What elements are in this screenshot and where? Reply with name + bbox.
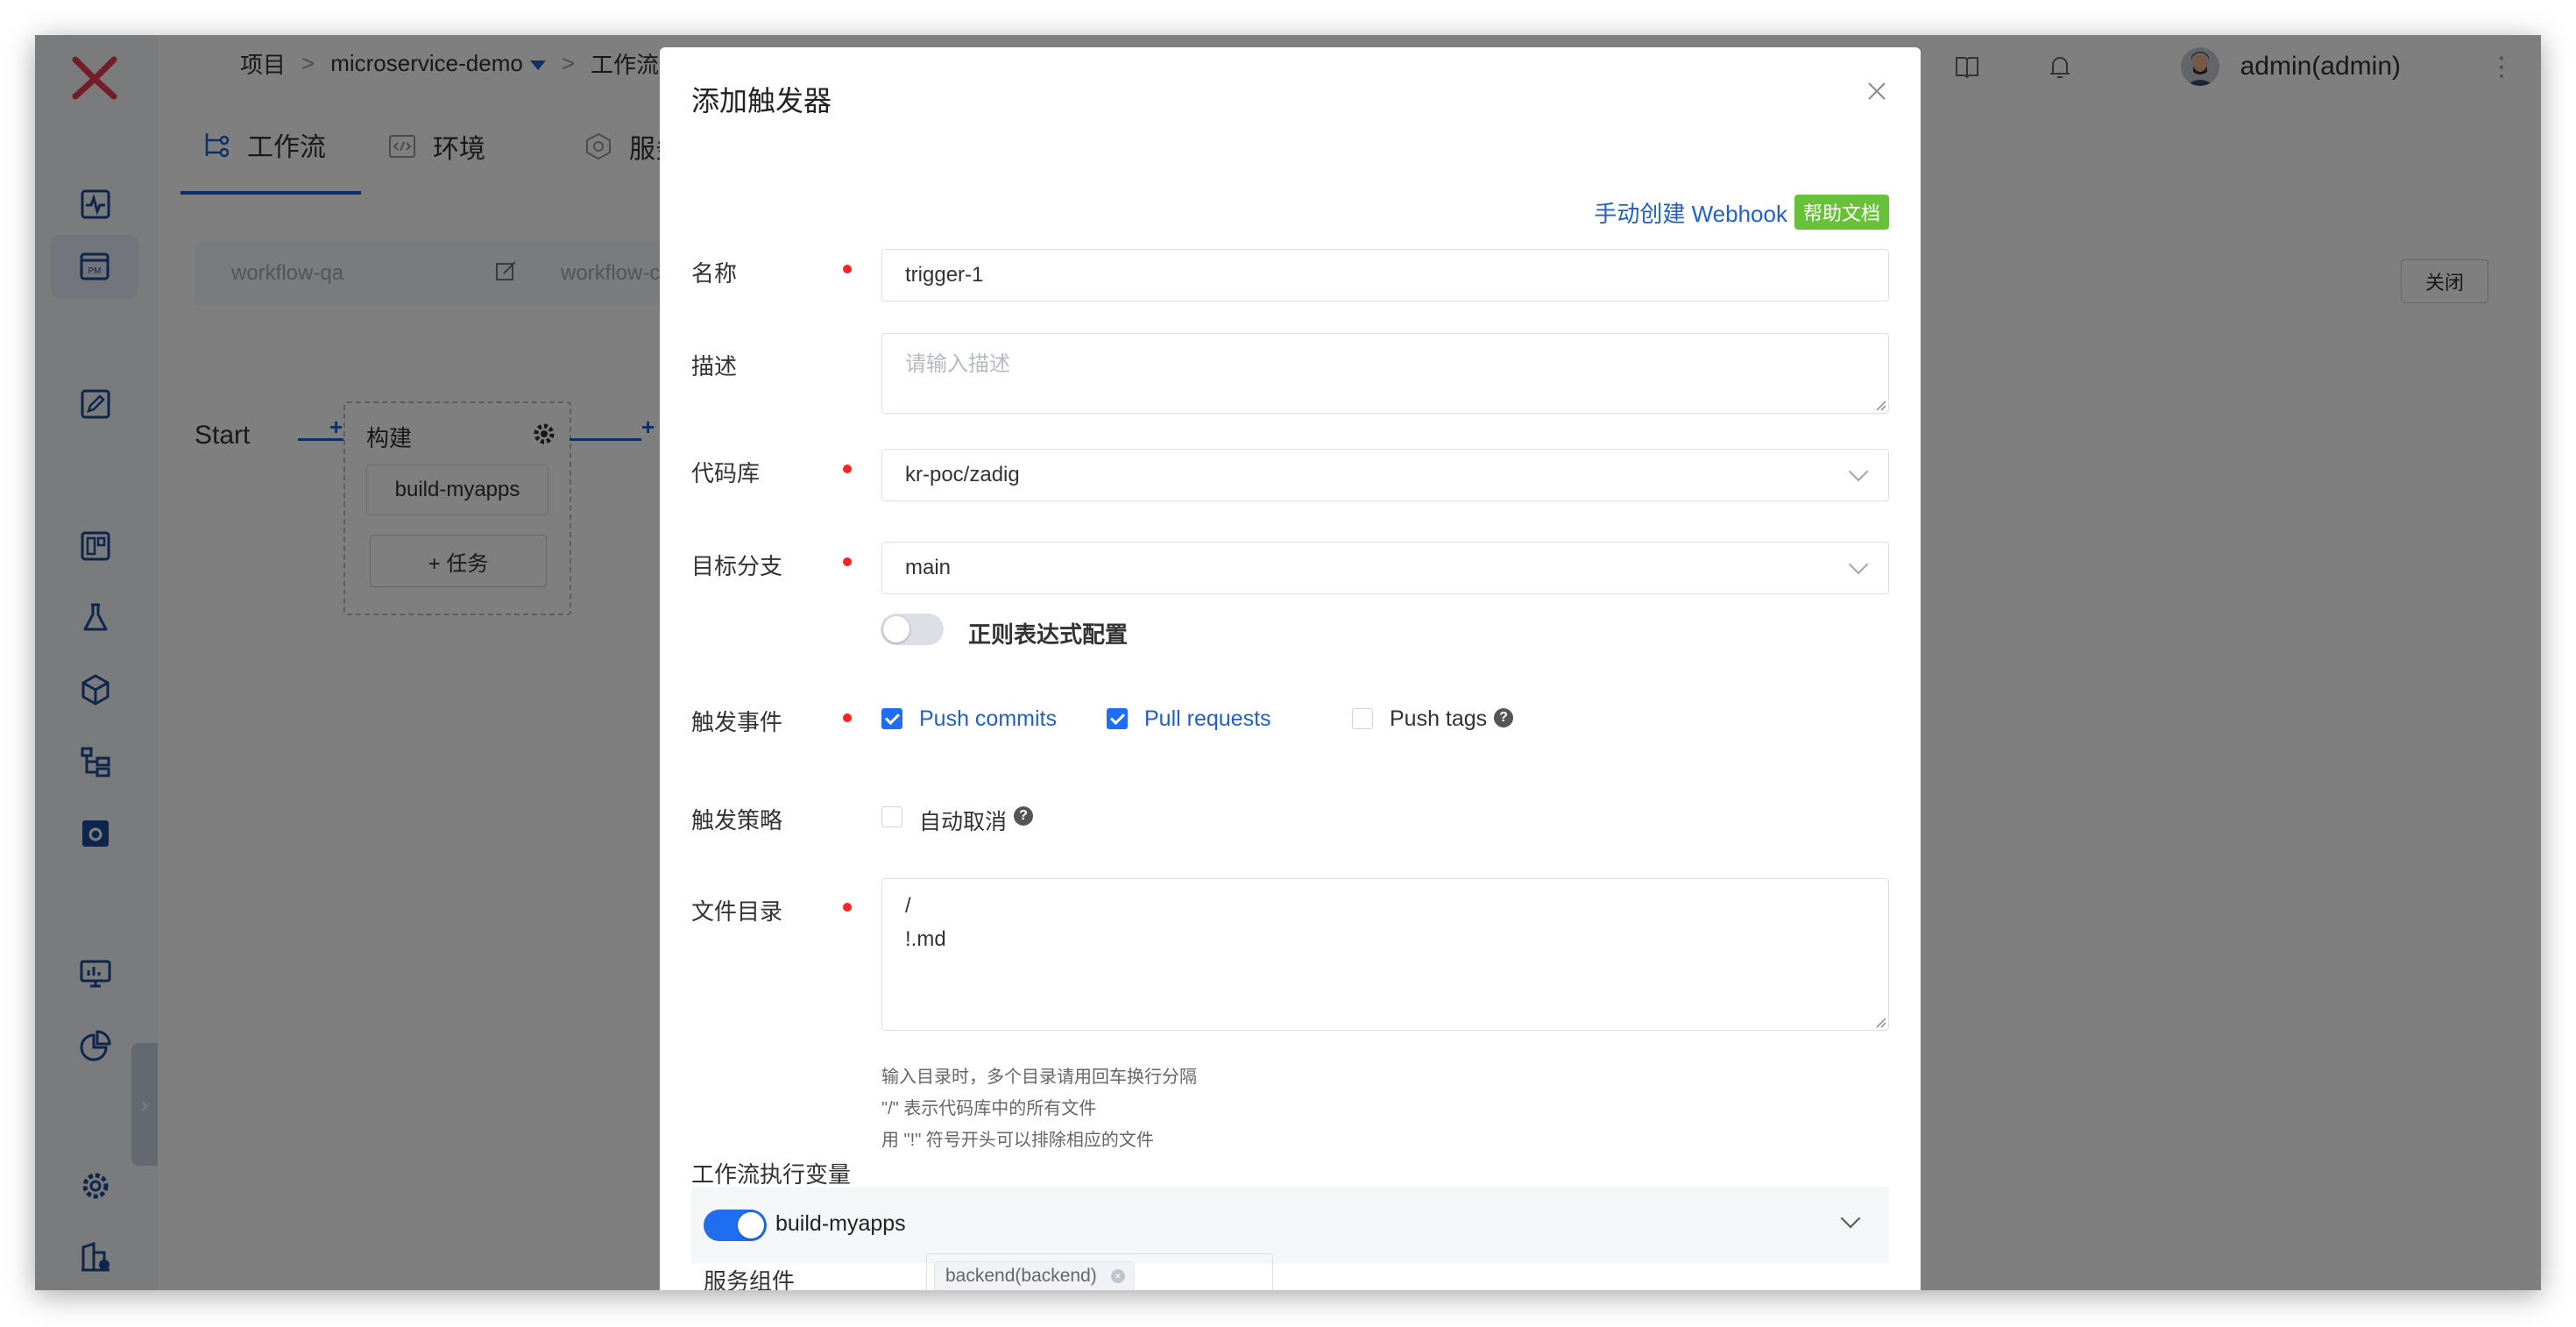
toggle-knob (883, 616, 909, 642)
push-tags-checkbox[interactable] (1352, 708, 1373, 729)
pull-requests-label[interactable]: Pull requests (1144, 706, 1271, 732)
service-component-label: 服务组件 (704, 1268, 796, 1290)
strategy-label: 触发策略 (691, 807, 783, 834)
webhook-help-row: 手动创建 Webhook 帮助文档 (1594, 195, 1889, 230)
branch-select[interactable]: main (881, 542, 1889, 594)
workflow-vars-title: 工作流执行变量 (691, 1161, 852, 1188)
component-tag-label: backend(backend) (945, 1266, 1097, 1286)
directory-label: 文件目录 (691, 898, 783, 925)
description-textarea[interactable]: 请输入描述 (881, 333, 1889, 414)
directory-hint: "/" 表示代码库中的所有文件 (881, 1099, 1097, 1118)
pull-requests-checkbox[interactable] (1107, 708, 1128, 729)
directory-line: / (905, 894, 911, 918)
events-label: 触发事件 (691, 709, 783, 735)
app-window: PM › (35, 35, 2541, 1290)
close-icon[interactable]: × (1110, 1269, 1125, 1283)
required-mark (843, 903, 852, 912)
repo-select[interactable]: kr-poc/zadig (881, 449, 1889, 501)
component-tag: backend(backend) × (934, 1261, 1135, 1290)
required-mark (843, 557, 852, 566)
directory-content: / !.md (905, 890, 946, 956)
chevron-down-icon (1848, 461, 1869, 482)
name-label: 名称 (691, 260, 738, 287)
required-mark (843, 465, 852, 473)
resize-handle-icon[interactable] (1874, 399, 1886, 411)
name-input[interactable]: trigger-1 (881, 249, 1889, 302)
help-icon[interactable]: ? (1014, 806, 1033, 826)
directory-hint: 用 "!" 符号开头可以排除相应的文件 (881, 1131, 1154, 1150)
help-icon[interactable]: ? (1494, 708, 1513, 727)
repo-label: 代码库 (691, 460, 761, 486)
job-var-row[interactable]: build-myapps (691, 1187, 1889, 1264)
directory-line: !.md (905, 927, 946, 951)
add-trigger-dialog: 添加触发器 手动创建 Webhook 帮助文档 名称 trigger-1 描述 … (660, 47, 1921, 1290)
job-enable-toggle[interactable] (704, 1210, 767, 1241)
directory-textarea[interactable]: / !.md (881, 878, 1889, 1031)
directory-hint: 输入目录时，多个目录请用回车换行分隔 (881, 1068, 1197, 1087)
push-commits-label[interactable]: Push commits (919, 706, 1057, 732)
repo-value: kr-poc/zadig (905, 463, 1020, 486)
job-name: build-myapps (775, 1211, 906, 1236)
manual-webhook-link[interactable]: 手动创建 Webhook (1594, 196, 1787, 229)
push-tags-label[interactable]: Push tags (1390, 706, 1487, 732)
required-mark (843, 713, 852, 722)
service-component-select[interactable]: backend(backend) × (926, 1253, 1273, 1290)
help-doc-badge[interactable]: 帮助文档 (1794, 195, 1889, 230)
regex-toggle[interactable] (881, 614, 944, 645)
resize-handle-icon[interactable] (1874, 1016, 1886, 1028)
chevron-down-icon (1848, 554, 1869, 575)
close-icon[interactable] (1865, 79, 1889, 103)
branch-value: main (905, 556, 952, 579)
push-commits-checkbox[interactable] (881, 708, 902, 729)
chevron-down-icon[interactable] (1840, 1208, 1861, 1229)
description-placeholder: 请输入描述 (905, 352, 1010, 376)
required-mark (843, 265, 852, 273)
description-label: 描述 (691, 353, 738, 380)
regex-toggle-label: 正则表达式配置 (968, 621, 1129, 648)
branch-label: 目标分支 (691, 553, 783, 579)
auto-cancel-label[interactable]: 自动取消 (919, 805, 1007, 836)
dialog-title: 添加触发器 (691, 85, 832, 117)
auto-cancel-checkbox[interactable] (881, 806, 902, 827)
name-value: trigger-1 (905, 263, 984, 287)
toggle-knob (738, 1212, 764, 1238)
